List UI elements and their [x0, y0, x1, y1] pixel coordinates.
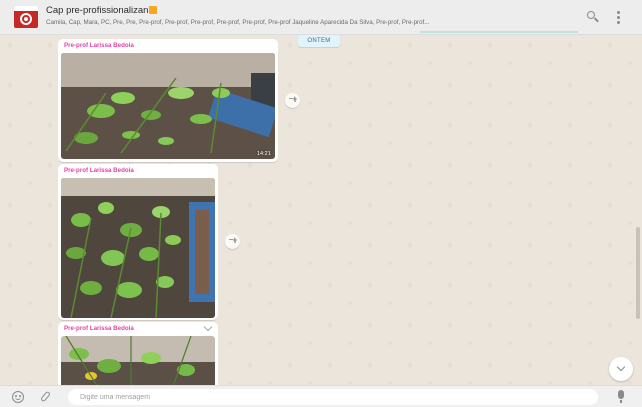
message-input[interactable] [68, 389, 598, 405]
chat-header: Cap pre-profissionalizan Camila, Cap, Ma… [0, 0, 642, 35]
plant-photo [61, 178, 215, 318]
photo-message[interactable] [61, 178, 215, 318]
message-time: 14:21 [257, 151, 271, 157]
mic-icon[interactable] [615, 390, 627, 404]
photo-message[interactable]: 14:21 [61, 53, 275, 159]
sender-name: Pre-prof Larissa Bedoia [64, 325, 134, 332]
chevron-down-icon[interactable] [203, 322, 213, 332]
forward-icon[interactable] [285, 93, 300, 108]
sender-name: Pre-prof Larissa Bedoia [64, 167, 134, 174]
compose-bar [0, 385, 642, 407]
plant-photo [61, 336, 215, 385]
photo-message[interactable] [61, 336, 215, 385]
emoji-icon[interactable] [12, 391, 24, 403]
group-avatar[interactable] [14, 6, 38, 28]
plant-photo [61, 53, 275, 159]
search-icon[interactable] [586, 10, 600, 24]
message-bubble[interactable]: Pre-prof Larissa Bedoia 14:21 [58, 39, 278, 162]
participants-list: Camila, Cap, Mara, PC, Pre, Pre, Pre-pro… [46, 19, 430, 26]
chat-scrollbar[interactable] [636, 227, 640, 319]
forward-icon[interactable] [225, 234, 240, 249]
chevron-down-icon [616, 362, 626, 372]
header-accent-line [420, 31, 578, 33]
chat-title: Cap pre-profissionalizan [46, 5, 566, 17]
warning-emoji-icon [149, 6, 158, 14]
scroll-down-button[interactable] [609, 357, 633, 381]
chat-title-area[interactable]: Cap pre-profissionalizan Camila, Cap, Ma… [46, 5, 566, 31]
chat-area: ONTEM Pre-prof Larissa Bedoia 14:21 Pre-… [0, 35, 642, 385]
menu-icon[interactable] [612, 10, 626, 24]
sender-name: Pre-prof Larissa Bedoia [64, 42, 134, 49]
message-bubble[interactable]: Pre-prof Larissa Bedoia [58, 322, 218, 385]
date-chip: ONTEM [298, 35, 340, 47]
message-bubble[interactable]: Pre-prof Larissa Bedoia [58, 164, 218, 320]
attach-icon[interactable] [40, 390, 52, 403]
